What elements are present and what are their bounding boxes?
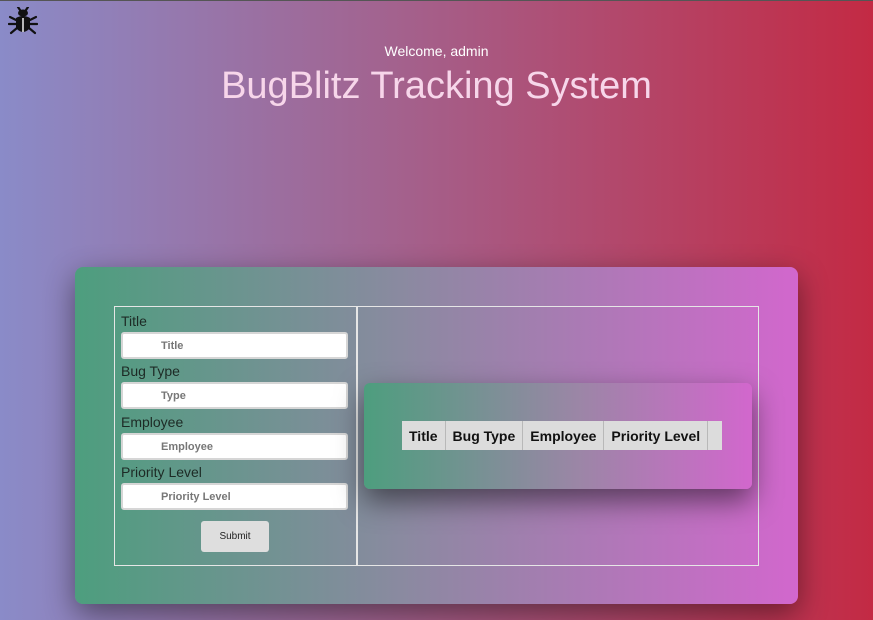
welcome-message: Welcome, admin [384, 43, 489, 59]
column-header-priority-level[interactable]: Priority Level [603, 421, 709, 450]
bug-icon [8, 7, 38, 35]
title-input[interactable] [121, 332, 348, 359]
bug-type-label: Bug Type [121, 363, 180, 379]
bug-type-input[interactable] [121, 382, 348, 409]
title-label: Title [121, 313, 147, 329]
column-header-title[interactable]: Title [402, 421, 446, 450]
submit-button[interactable]: Submit [201, 521, 269, 552]
table-header-row: Title Bug Type Employee Priority Level [402, 421, 723, 450]
bug-table-card: Title Bug Type Employee Priority Level [364, 383, 752, 489]
priority-level-input[interactable] [121, 483, 348, 510]
column-header-employee[interactable]: Employee [522, 421, 605, 450]
bug-form: Title Bug Type Employee Priority Level S… [114, 306, 357, 566]
column-header-bug-type[interactable]: Bug Type [445, 421, 524, 450]
page-title: BugBlitz Tracking System [221, 65, 652, 107]
employee-input[interactable] [121, 433, 348, 460]
priority-level-label: Priority Level [121, 464, 202, 480]
employee-label: Employee [121, 414, 184, 430]
bug-table: Title Bug Type Employee Priority Level [402, 421, 723, 450]
main-card: Title Bug Type Employee Priority Level S… [75, 267, 798, 604]
column-header-actions [707, 421, 723, 450]
